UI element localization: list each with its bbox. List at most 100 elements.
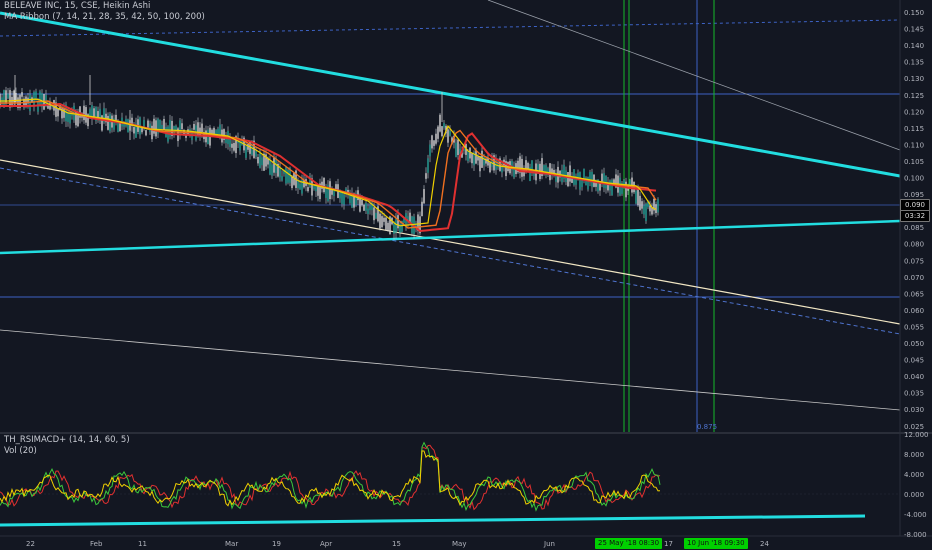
candle-body [155,120,157,137]
osc-cyan-trendline [0,514,866,527]
candle-body [435,133,437,144]
candle-body [83,105,85,121]
candle-body [0,93,1,106]
osc-tick-label: -4.000 [904,511,927,519]
candle-body [285,166,287,184]
osc-tick-label: 0.000 [904,491,924,499]
candle-body [457,139,459,156]
candle-body [437,126,439,139]
candle-body [429,144,431,157]
candle-body [637,188,639,206]
candle-body [339,191,341,199]
candle-body [369,205,371,211]
candle-body [379,213,381,229]
time-tick-label: May [452,540,466,548]
chart-window: 0.875 0.150 0.145 0.140 0.135 0.130 0.125 0.12… [0,0,932,550]
time-tick-label: 17 [664,540,673,548]
candle-body [341,192,343,204]
time-tick-label: 19 [272,540,281,548]
candle-body [181,123,183,130]
candle-body [467,150,469,162]
price-tick-label: 0.025 [904,423,924,431]
candle-body [635,190,637,204]
osc-tick-label: 12.000 [904,431,929,439]
candle-body [569,165,571,182]
candle-body [439,114,441,132]
price-tick-label: 0.030 [904,406,924,414]
candle-body [481,150,483,168]
candle-body [151,125,153,140]
candle-body [281,176,283,181]
candle-body [547,168,549,173]
date-marker-2: 10 Jun '18 09:30 [684,538,748,549]
candle-body [271,164,273,176]
candle-body [297,180,299,189]
price-tick-label: 0.045 [904,357,924,365]
time-tick-label: Feb [90,540,103,548]
candle-body [331,189,333,195]
ribbon-legend[interactable]: MA Ribbon (7, 14, 21, 28, 35, 42, 50, 10… [4,12,205,22]
candle-body [257,157,259,164]
candle-body [213,127,215,134]
candle-body [603,173,605,188]
time-tick-label: Apr [320,540,332,548]
price-tick-label: 0.085 [904,224,924,232]
oscillator-legend[interactable]: TH_RSIMACD+ (14, 14, 60, 5) [4,435,130,445]
candle-body [441,126,443,137]
price-chart[interactable]: 0.875 0.150 0.145 0.140 0.135 0.130 0.125 0.12… [0,0,932,550]
candle-body [39,91,41,107]
candle-body [581,179,583,187]
candle-body [21,92,23,97]
candle-body [537,164,539,171]
candle-body [477,156,479,161]
candle-body [251,145,253,155]
date-marker-1: 25 May '18 08:30 [595,538,663,549]
candle-body [397,215,399,229]
osc-line-yellow [0,450,661,507]
candle-body [273,156,275,173]
candle-body [587,176,589,190]
candle-body [127,119,129,133]
candle-body [245,146,247,158]
candle-body [427,158,429,173]
candle-body [639,195,641,210]
price-tick-label: 0.135 [904,59,924,67]
price-tick-label: 0.110 [904,141,924,149]
candle-body [579,172,581,190]
price-tick-label: 0.150 [904,9,924,17]
price-tick-label: 0.075 [904,257,924,265]
candle-body [201,123,203,132]
candle-body [489,162,491,173]
candle-body [431,135,433,149]
candle-body [329,181,331,200]
candle-body [49,102,51,110]
candle-body [363,204,365,211]
price-tick-label: 0.120 [904,108,924,116]
candle-body [443,123,445,128]
candle-body [433,140,435,146]
price-tick-label: 0.140 [904,42,924,50]
volume-legend[interactable]: Vol (20) [4,446,37,456]
candle-body [599,183,601,191]
candle-body [449,130,451,136]
symbol-legend[interactable]: BELEAVE INC, 15, CSE, Heikin Ashi [4,1,150,11]
candle-body [317,185,319,196]
price-tick-label: 0.065 [904,290,924,298]
candle-body [7,93,9,99]
candle-body [601,173,603,182]
candle-body [643,205,645,215]
price-tick-label: 0.060 [904,307,924,315]
candle-body [5,90,7,104]
candle-body [287,170,289,183]
candle-body [321,181,323,189]
candle-body [471,153,473,164]
candle-body [193,123,195,130]
candle-body [255,150,257,157]
candle-body [375,212,377,219]
candle-body [479,155,481,172]
time-tick-label: 15 [392,540,401,548]
price-tick-label: 0.105 [904,158,924,166]
candle-body [161,124,163,129]
candle-body [469,147,471,159]
candle-body [395,217,397,233]
